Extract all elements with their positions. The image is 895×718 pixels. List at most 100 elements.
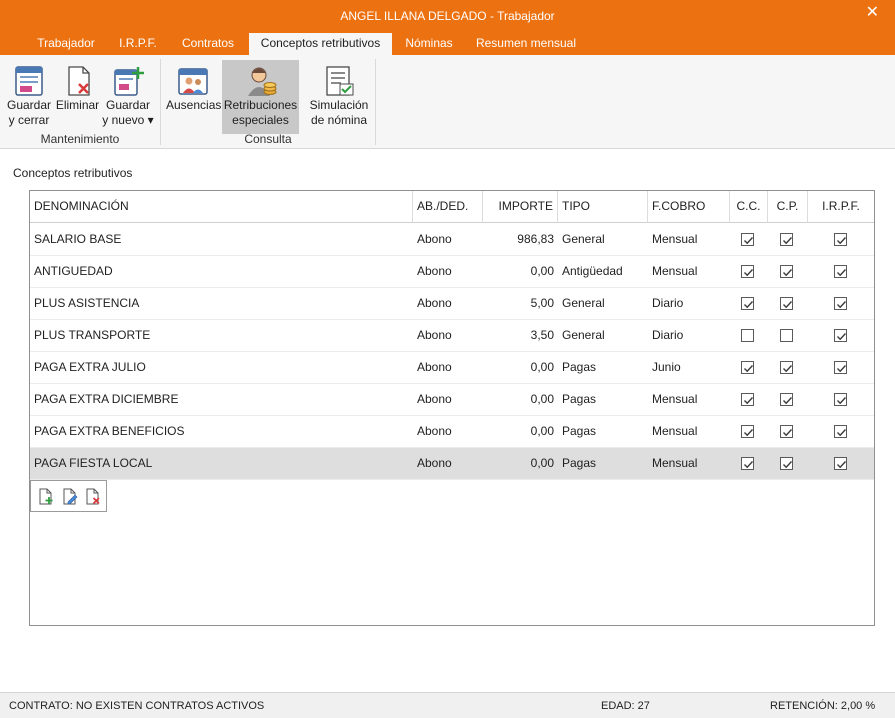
retribuciones-especiales-button[interactable]: Retribuciones especiales [222, 60, 299, 134]
save-new-label-2: y nuevo ▾ [102, 113, 154, 127]
ausencias-button[interactable]: Ausencias [166, 60, 222, 130]
col-irpf[interactable]: I.R.P.F. [808, 191, 874, 223]
table-row[interactable]: PLUS ASISTENCIA Abono 5,00 General Diario [30, 288, 874, 320]
col-denominacion[interactable]: DENOMINACIÓN [30, 191, 413, 223]
checkbox-cc[interactable] [741, 265, 754, 278]
checkbox-irpf[interactable] [834, 233, 847, 246]
simulacion-nomina-button[interactable]: Simulación de nómina [307, 60, 371, 130]
col-abded[interactable]: AB./DED. [413, 191, 483, 223]
save-close-label-2: y cerrar [8, 113, 50, 127]
checkbox-cp[interactable] [780, 265, 793, 278]
cell-tipo: General [562, 328, 605, 342]
payroll-sim-icon [326, 66, 354, 96]
cell-tipo: Pagas [562, 424, 597, 438]
checkbox-irpf[interactable] [834, 425, 847, 438]
cell-abded: Abono [417, 264, 452, 278]
edit-document-icon[interactable] [62, 488, 78, 505]
save-new-icon [114, 67, 144, 96]
checkbox-cp[interactable] [780, 425, 793, 438]
checkbox-cc[interactable] [741, 329, 754, 342]
cell-denominacion: ANTIGUEDAD [34, 264, 113, 278]
tab-contratos[interactable]: Contratos [170, 33, 246, 55]
checkbox-cp[interactable] [780, 233, 793, 246]
tab-bar: Trabajador I.R.P.F. Contratos Conceptos … [0, 33, 895, 55]
cell-tipo: Antigüedad [562, 264, 623, 278]
checkbox-cp[interactable] [780, 329, 793, 342]
checkbox-cp[interactable] [780, 361, 793, 374]
cell-importe: 0,00 [530, 392, 554, 406]
cell-fcobro: Junio [652, 360, 681, 374]
cell-importe: 5,00 [530, 296, 554, 310]
checkbox-cc[interactable] [741, 393, 754, 406]
checkbox-cc[interactable] [741, 361, 754, 374]
cell-denominacion: PAGA EXTRA BENEFICIOS [34, 424, 185, 438]
table-row[interactable]: PAGA EXTRA JULIO Abono 0,00 Pagas Junio [30, 352, 874, 384]
cell-fcobro: Mensual [652, 232, 698, 246]
cell-importe: 0,00 [530, 456, 554, 470]
checkbox-irpf[interactable] [834, 297, 847, 310]
cell-fcobro: Mensual [652, 392, 698, 406]
cell-tipo: Pagas [562, 456, 597, 470]
save-close-label-1: Guardar [6, 98, 52, 112]
cell-abded: Abono [417, 360, 452, 374]
checkbox-cc[interactable] [741, 233, 754, 246]
checkbox-irpf[interactable] [834, 361, 847, 374]
tab-trabajador[interactable]: Trabajador [25, 33, 107, 55]
person-coins-icon [247, 67, 276, 96]
simulacion-label-1: Simulación [309, 98, 369, 112]
tab-resumen-mensual[interactable]: Resumen mensual [466, 33, 586, 55]
group-mantenimiento: Mantenimiento [40, 132, 120, 146]
save-close-button[interactable]: Guardar y cerrar [5, 60, 53, 130]
tab-irpf[interactable]: I.R.P.F. [110, 33, 166, 55]
status-retencion: RETENCIÓN: 2,00 % [770, 700, 876, 712]
col-importe[interactable]: IMPORTE [483, 191, 558, 223]
checkbox-cp[interactable] [780, 457, 793, 470]
delete-button[interactable]: Eliminar [55, 60, 100, 130]
close-icon[interactable]: ✕ [866, 5, 879, 21]
table-row[interactable]: SALARIO BASE Abono 986,83 General Mensual [30, 224, 874, 256]
checkbox-irpf[interactable] [834, 265, 847, 278]
checkbox-cc[interactable] [741, 457, 754, 470]
cell-importe: 3,50 [530, 328, 554, 342]
delete-label: Eliminar [55, 98, 100, 112]
cell-abded: Abono [417, 424, 452, 438]
save-new-button[interactable]: Guardar y nuevo ▾ [102, 60, 154, 130]
cell-fcobro: Diario [652, 328, 684, 342]
status-contrato: CONTRATO: NO EXISTEN CONTRATOS ACTIVOS [9, 700, 265, 712]
table-row[interactable]: PAGA FIESTA LOCAL Abono 0,00 Pagas Mensual [30, 448, 874, 480]
cell-fcobro: Mensual [652, 456, 698, 470]
col-cc[interactable]: C.C. [730, 191, 768, 223]
table-row[interactable]: PAGA EXTRA DICIEMBRE Abono 0,00 Pagas Mensua… [30, 384, 874, 416]
cell-denominacion: PLUS ASISTENCIA [34, 296, 140, 310]
checkbox-irpf[interactable] [834, 457, 847, 470]
col-tipo[interactable]: TIPO [558, 191, 648, 223]
checkbox-irpf[interactable] [834, 329, 847, 342]
simulacion-label-2: de nómina [310, 113, 368, 127]
checkbox-cc[interactable] [741, 425, 754, 438]
table-row[interactable]: PLUS TRANSPORTE Abono 3,50 General Diario [30, 320, 874, 352]
window-title: ANGEL ILLANA DELGADO - Trabajador [340, 9, 555, 23]
checkbox-irpf[interactable] [834, 393, 847, 406]
cell-denominacion: PAGA EXTRA DICIEMBRE [34, 392, 179, 406]
tab-conceptos-retributivos[interactable]: Conceptos retributivos [249, 33, 392, 55]
table-row[interactable]: PAGA EXTRA BENEFICIOS Abono 0,00 Pagas Mensu… [30, 416, 874, 448]
calendar-people-icon [178, 68, 208, 95]
ribbon: Guardar y cerrar Eliminar Guardar y nuev… [0, 55, 895, 149]
checkbox-cp[interactable] [780, 297, 793, 310]
checkbox-cc[interactable] [741, 297, 754, 310]
retribuciones-label-2: especiales [232, 113, 289, 127]
col-fcobro[interactable]: F.COBRO [648, 191, 730, 223]
checkbox-cp[interactable] [780, 393, 793, 406]
delete-document-icon[interactable] [85, 488, 101, 505]
cell-tipo: General [562, 296, 605, 310]
add-document-icon[interactable] [38, 488, 54, 505]
cell-fcobro: Mensual [652, 264, 698, 278]
ausencias-label: Ausencias [166, 98, 222, 112]
col-cp[interactable]: C.P. [768, 191, 808, 223]
cell-importe: 0,00 [530, 360, 554, 374]
cell-importe: 0,00 [530, 424, 554, 438]
table-row[interactable]: ANTIGUEDAD Abono 0,00 Antigüedad Mensual [30, 256, 874, 288]
tab-nominas[interactable]: Nóminas [396, 33, 462, 55]
cell-fcobro: Diario [652, 296, 684, 310]
save-new-label-1: Guardar [105, 98, 151, 112]
